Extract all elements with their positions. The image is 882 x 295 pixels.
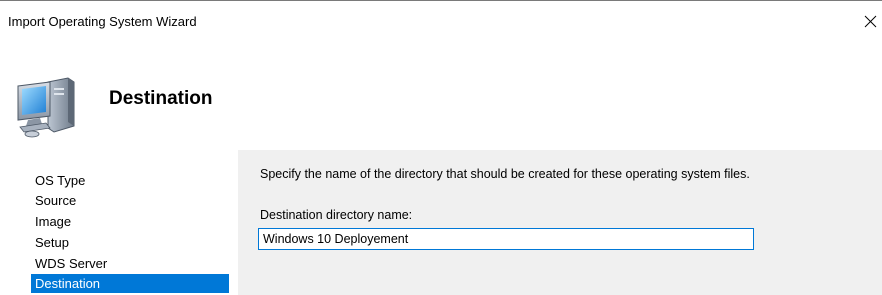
wizard-window: Import Operating System Wizard Destinati… — [0, 0, 882, 295]
instruction-text: Specify the name of the directory that s… — [260, 167, 750, 181]
nav-item-wds-server[interactable]: WDS Server — [31, 254, 229, 273]
nav-item-source[interactable]: Source — [31, 191, 229, 210]
window-top-border — [0, 0, 882, 1]
wizard-header: Destination — [0, 58, 882, 150]
wizard-content: Specify the name of the directory that s… — [238, 150, 882, 295]
destination-directory-label: Destination directory name: — [260, 208, 413, 222]
close-button[interactable] — [862, 10, 880, 32]
nav-item-setup[interactable]: Setup — [31, 233, 229, 252]
nav-item-os-type[interactable]: OS Type — [31, 171, 229, 190]
computer-icon — [17, 77, 75, 138]
nav-item-image[interactable]: Image — [31, 212, 229, 231]
page-title: Destination — [109, 88, 213, 109]
wizard-steps-nav: OS Type Source Image Setup WDS Server De… — [0, 150, 238, 295]
window-title: Import Operating System Wizard — [8, 14, 197, 29]
nav-item-destination[interactable]: Destination — [31, 274, 229, 293]
destination-directory-input[interactable] — [258, 228, 754, 250]
close-icon — [864, 15, 877, 28]
